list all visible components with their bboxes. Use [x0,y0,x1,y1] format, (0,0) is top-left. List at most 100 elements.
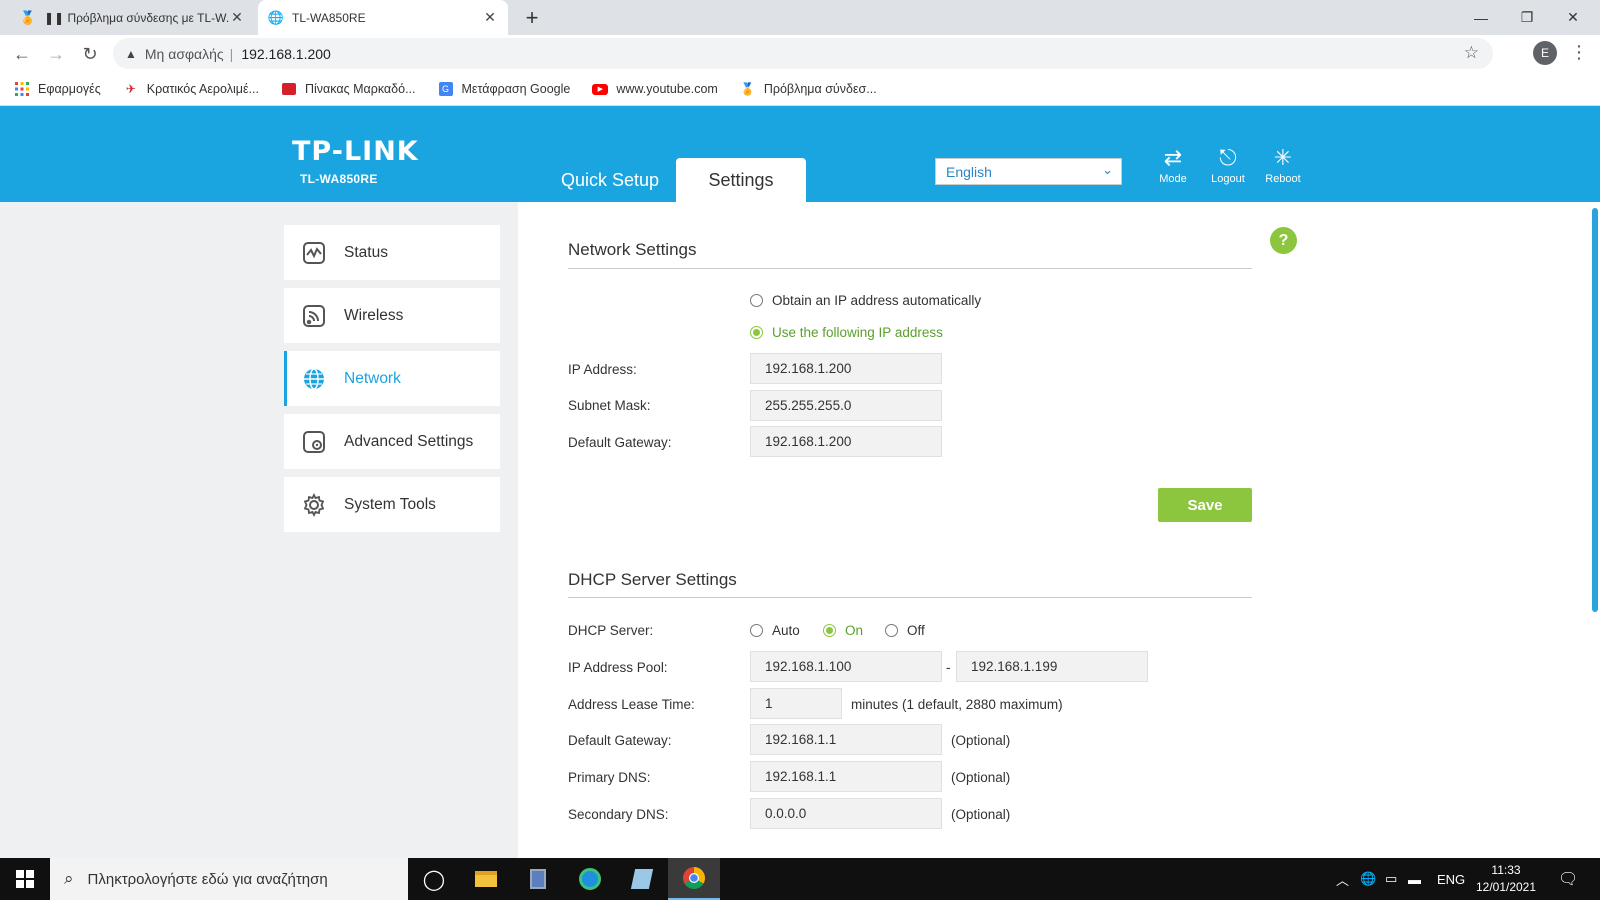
address-bar[interactable]: ▲ Μη ασφαλής | 192.168.1.200 ☆ [113,38,1493,69]
bookmark-forum[interactable]: 🏅 Πρόβλημα σύνδεσ... [740,81,876,97]
close-window-button[interactable]: ✕ [1550,0,1596,35]
taskbar-search-box[interactable]: ⌕ Πληκτρολογήστε εδώ για αναζήτηση [50,858,408,900]
reboot-icon: ✳ [1273,145,1293,170]
radio-label: Obtain an IP address automatically [772,293,982,308]
bookmark-airport[interactable]: ✈ Κρατικός Αερολιμέ... [123,81,259,97]
ip-pool-start-field[interactable]: 192.168.1.100 [750,651,942,682]
back-arrow-icon[interactable]: ← [10,42,34,66]
bookmark-label: www.youtube.com [616,82,718,96]
meet-now-icon[interactable]: ▭ [1385,858,1397,900]
section-divider [568,597,1252,598]
sidebar-item-label: Status [344,243,388,261]
radio-use-static[interactable]: Use the following IP address [750,325,943,340]
cortana-icon[interactable]: ◯ [408,858,460,900]
language-select[interactable]: English ⌄ [935,158,1122,185]
bookmark-star-icon[interactable]: ☆ [1464,43,1479,63]
bookmark-label: Εφαρμογές [38,82,101,96]
sidebar-item-advanced-settings[interactable]: Advanced Settings [284,414,500,469]
optional-note: (Optional) [951,770,1011,785]
forward-arrow-icon[interactable]: → [44,42,68,66]
new-tab-button[interactable]: + [520,5,544,31]
radio-label: Off [907,623,925,638]
tab-settings[interactable]: Settings [676,158,806,202]
bookmark-youtube[interactable]: ▶ www.youtube.com [592,81,718,97]
mode-button[interactable]: ⇄ Mode [1145,146,1201,186]
logout-button[interactable]: ⎋ Logout [1200,146,1256,186]
radio-dhcp-off[interactable]: Off [885,623,925,638]
file-explorer-icon[interactable] [460,858,512,900]
sidebar-item-network[interactable]: Network [284,351,500,406]
minimize-button[interactable]: — [1458,0,1504,35]
optional-note: (Optional) [951,807,1011,822]
sidebar-item-status[interactable]: Status [284,225,500,280]
chrome-icon[interactable] [668,858,720,900]
network-settings-title: Network Settings [568,240,697,259]
lease-time-field[interactable]: 1 [750,688,842,719]
chevron-up-icon[interactable]: ︿ [1336,858,1349,900]
default-gateway-field[interactable]: 192.168.1.200 [750,426,942,457]
url-text: 192.168.1.200 [241,45,331,62]
browser-tab-forum[interactable]: 🏅 ❚❚ Πρόβλημα σύνδεσης με TL-W... ✕ [10,0,255,35]
radio-button[interactable] [823,624,836,637]
radio-button[interactable] [750,624,763,637]
edge-browser-icon[interactable] [564,858,616,900]
secondary-dns-field[interactable]: 0.0.0.0 [750,798,942,829]
radio-button[interactable] [750,326,763,339]
pool-range-separator: - [946,660,951,675]
windows-start-icon[interactable] [0,858,50,900]
subnet-mask-label: Subnet Mask: [568,398,651,413]
sidebar-item-wireless[interactable]: Wireless [284,288,500,343]
input-language-indicator[interactable]: ENG [1437,858,1465,900]
close-tab-icon[interactable]: ✕ [229,9,245,26]
radio-button[interactable] [885,624,898,637]
bookmark-board[interactable]: Πίνακας Μαρκαδό... [281,81,416,97]
profile-avatar[interactable]: E [1533,41,1557,65]
primary-dns-field[interactable]: 192.168.1.1 [750,761,942,792]
sidebar-item-system-tools[interactable]: System Tools [284,477,500,532]
reboot-button[interactable]: ✳ Reboot [1255,145,1311,186]
system-clock[interactable]: 11:33 12/01/2021 [1466,862,1546,896]
notes-app-icon[interactable] [616,858,668,900]
browser-toolbar: ← → ↻ ▲ Μη ασφαλής | 192.168.1.200 ☆ E ⋮ [0,35,1600,73]
reload-icon[interactable]: ↻ [78,42,102,66]
subnet-mask-field[interactable]: 255.255.255.0 [750,390,942,421]
radio-dhcp-auto[interactable]: Auto [750,623,800,638]
dhcp-gateway-field[interactable]: 192.168.1.1 [750,724,942,755]
security-label: Μη ασφαλής [144,45,224,62]
browser-tab-router[interactable]: 🌐 TL-WA850RE ✕ [258,0,508,35]
help-icon[interactable]: ? [1270,227,1297,254]
language-value: English [946,163,992,180]
mode-label: Mode [1159,173,1187,185]
logout-label: Logout [1211,173,1245,185]
bookmark-label: Μετάφραση Google [461,82,571,96]
save-button[interactable]: Save [1158,488,1252,522]
radio-button[interactable] [750,294,763,307]
radio-dhcp-on[interactable]: On [823,623,863,638]
bookmark-translate[interactable]: G Μετάφραση Google [438,81,571,97]
ip-pool-end-field[interactable]: 192.168.1.199 [956,651,1148,682]
globe-icon [301,366,327,392]
tab-title: ❚❚ Πρόβλημα σύνδεσης με TL-W... [44,10,229,25]
browser-menu-icon[interactable]: ⋮ [1570,42,1588,63]
battery-icon[interactable]: ▬ [1408,858,1421,900]
calculator-icon[interactable] [512,858,564,900]
device-model: TL-WA850RE [300,172,378,186]
close-tab-icon[interactable]: ✕ [482,9,498,26]
sidebar-item-label: Advanced Settings [344,432,474,450]
tab-title: TL-WA850RE [292,10,366,25]
radio-obtain-auto[interactable]: Obtain an IP address automatically [750,293,981,308]
tab-quick-setup[interactable]: Quick Setup [548,158,672,202]
award-icon: 🏅 [740,82,756,96]
airplane-icon: ✈ [125,82,136,96]
radio-label: Use the following IP address [772,325,943,340]
notifications-icon[interactable]: 🗨 [1558,858,1578,900]
sidebar-item-label: Network [344,369,401,387]
lease-time-label: Address Lease Time: [568,697,695,712]
status-icon [301,240,327,266]
apps-grid-icon [14,81,30,97]
restore-button[interactable]: ❐ [1504,0,1550,35]
page-scrollbar[interactable] [1592,208,1598,612]
network-globe-icon[interactable]: 🌐 [1360,858,1376,900]
ip-address-field[interactable]: 192.168.1.200 [750,353,942,384]
bookmark-apps[interactable]: Εφαρμογές [14,81,101,97]
